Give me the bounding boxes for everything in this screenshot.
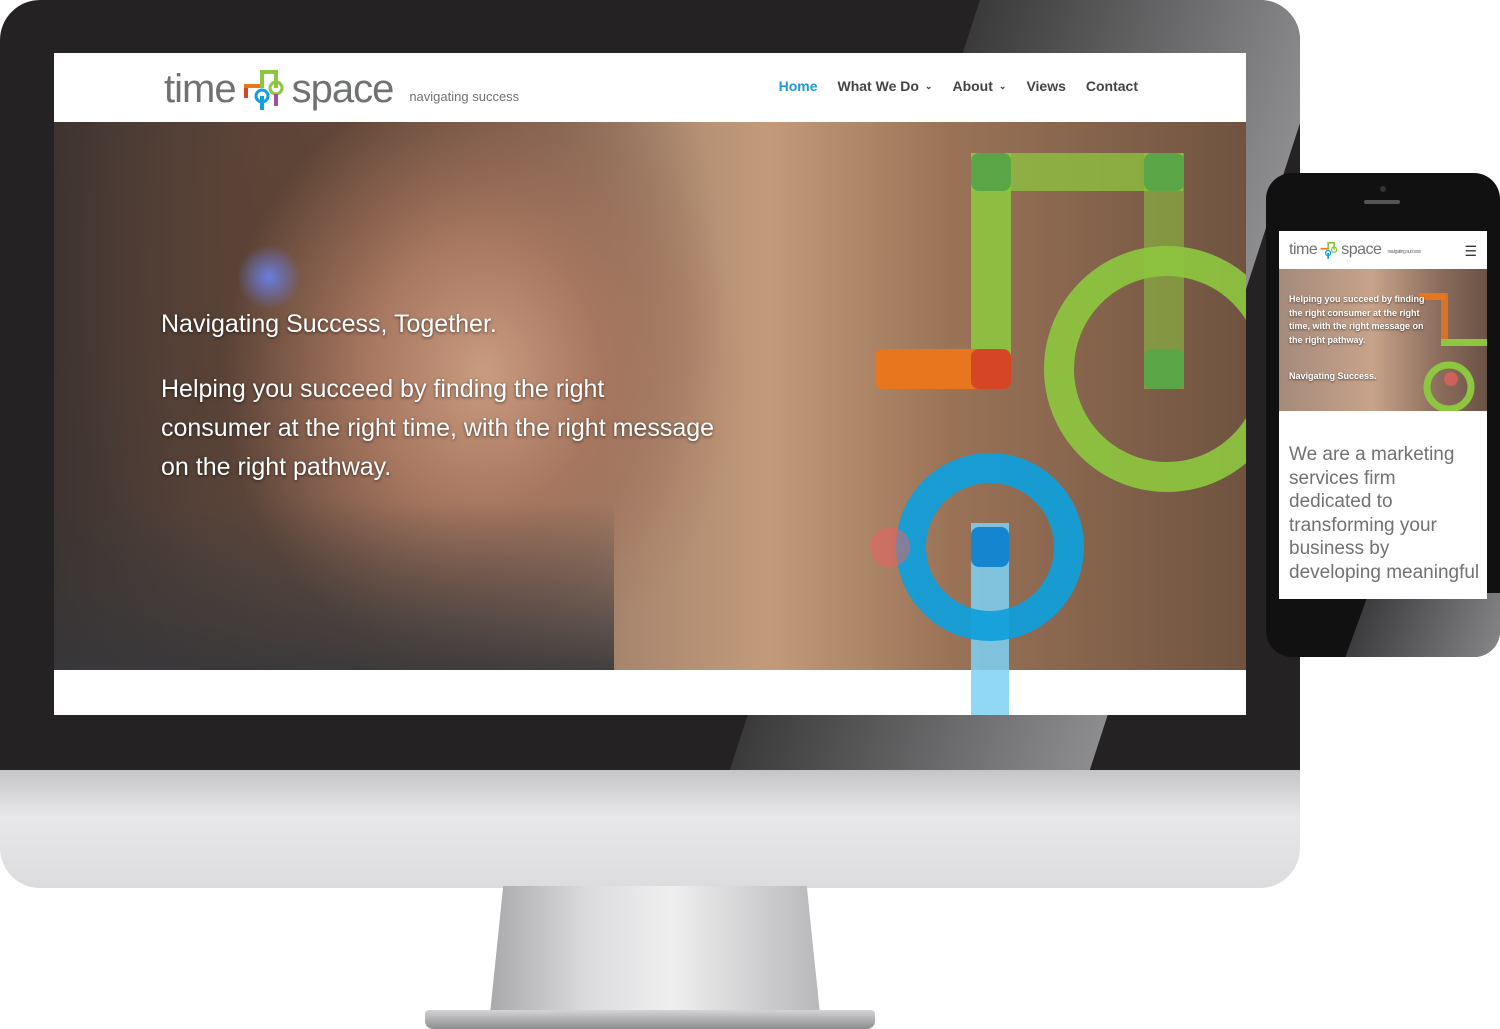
mobile-logo-tagline: navigating success [1387,249,1421,255]
phone-glare [1343,593,1500,657]
desktop-screen: time space navigating success Home What … [54,53,1246,715]
phone-device: time space navigating success ☰ Helping … [1266,173,1500,657]
mobile-logo-word-time: time [1289,241,1318,258]
mobile-logo-word-space: space [1341,241,1382,258]
mobile-hero-title: Navigating Success. [1289,371,1377,381]
phone-camera [1380,186,1386,192]
mobile-intro-text: We are a marketing services firm dedicat… [1289,444,1480,583]
mobile-header: time space navigating success ☰ [1279,231,1487,269]
hamburger-icon[interactable]: ☰ [1464,243,1477,260]
phone-speaker [1364,200,1400,204]
mobile-logo-mark-icon [1320,241,1338,259]
mobile-hero-text: Helping you succeed by finding the right… [1289,294,1425,345]
imac-chin [0,770,1300,888]
mobile-screen: time space navigating success ☰ Helping … [1279,231,1487,599]
imac-stand-base [425,1010,875,1029]
imac-stand [490,886,820,1014]
mobile-hero-banner: Helping you succeed by finding the right… [1279,269,1487,411]
mobile-site-logo[interactable]: time space navigating success [1289,240,1421,260]
hero-path-graphic [870,153,1246,715]
